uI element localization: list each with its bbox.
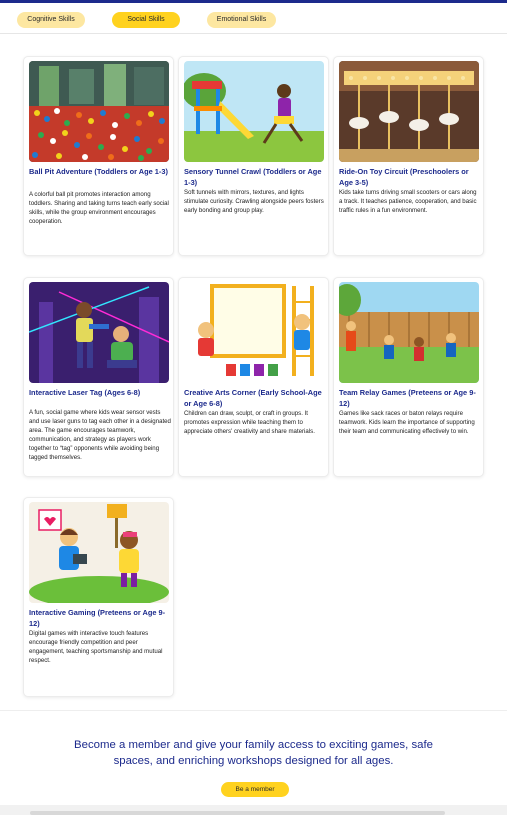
activity-card-ball-pit[interactable]: Ball Pit Adventure (Toddlers or Age 1-3)…: [23, 56, 174, 256]
card-description: Digital games with interactive touch fea…: [29, 630, 163, 664]
activity-card-ride-on-toy[interactable]: Ride-On Toy Circuit (Preschoolers or Age…: [333, 56, 484, 256]
activity-card-interactive-gaming[interactable]: Interactive Gaming (Preteens or Age 9-12…: [23, 497, 174, 697]
tab-cognitive-skills[interactable]: Cognitive Skills: [17, 12, 85, 28]
card-title: Ball Pit Adventure (Toddlers or Age 1-3): [29, 167, 168, 176]
be-a-member-button[interactable]: Be a member: [221, 782, 289, 797]
ball-pit-image: [29, 61, 169, 162]
card-description: Kids take turns driving small scooters o…: [339, 189, 477, 214]
card-description: Games like sack races or baton relays re…: [339, 410, 475, 435]
activity-card-sensory-tunnel[interactable]: Sensory Tunnel Crawl (Toddlers or Age 1-…: [178, 56, 329, 256]
skills-tab-bar: Cognitive Skills Social Skills Emotional…: [0, 3, 507, 34]
footer-bar: [30, 811, 445, 815]
card-description: A fun, social game where kids wear senso…: [29, 409, 171, 461]
laser-tag-image: [29, 282, 169, 383]
painting-image: [184, 282, 324, 383]
activity-card-creative-arts[interactable]: Creative Arts Corner (Early School-Age o…: [178, 277, 329, 477]
card-description: Children can draw, sculpt, or craft in g…: [184, 410, 315, 435]
playground-image: [184, 61, 324, 162]
activity-card-team-relay[interactable]: Team Relay Games (Preteens or Age 9-12) …: [333, 277, 484, 477]
gaming-image: [29, 502, 169, 603]
card-description: Soft tunnels with mirrors, textures, and…: [184, 189, 324, 214]
tab-social-skills[interactable]: Social Skills: [112, 12, 180, 28]
carousel-image: [339, 61, 479, 162]
card-title: Creative Arts Corner (Early School-Age o…: [184, 388, 322, 408]
card-title: Ride-On Toy Circuit (Preschoolers or Age…: [339, 167, 469, 187]
relay-race-image: [339, 282, 479, 383]
footer-strip: [0, 805, 507, 815]
card-title: Team Relay Games (Preteens or Age 9-12): [339, 388, 476, 408]
membership-cta-section: Become a member and give your family acc…: [0, 710, 507, 805]
tab-emotional-skills[interactable]: Emotional Skills: [207, 12, 276, 28]
activity-card-laser-tag[interactable]: Interactive Laser Tag (Ages 6-8) A fun, …: [23, 277, 174, 477]
card-title: Sensory Tunnel Crawl (Toddlers or Age 1-…: [184, 167, 322, 187]
card-title: Interactive Gaming (Preteens or Age 9-12…: [29, 608, 166, 628]
card-title: Interactive Laser Tag (Ages 6-8): [29, 388, 141, 397]
card-description: A colorful ball pit promotes interaction…: [29, 191, 169, 225]
cta-message: Become a member and give your family acc…: [74, 739, 433, 767]
